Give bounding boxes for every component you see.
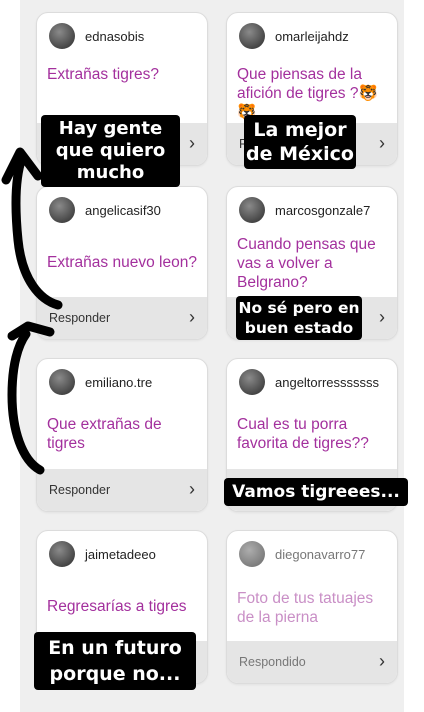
text-sticker: Hay gente que quiero mucho xyxy=(41,115,180,187)
text-sticker: No sé pero en buen estado xyxy=(236,296,362,340)
text-sticker: En un futuro porque no... xyxy=(34,632,196,690)
text-sticker: Vamos tigreees... xyxy=(224,478,408,506)
text-sticker: La mejor de México xyxy=(244,115,356,169)
hand-drawn-arrows xyxy=(1,147,63,475)
